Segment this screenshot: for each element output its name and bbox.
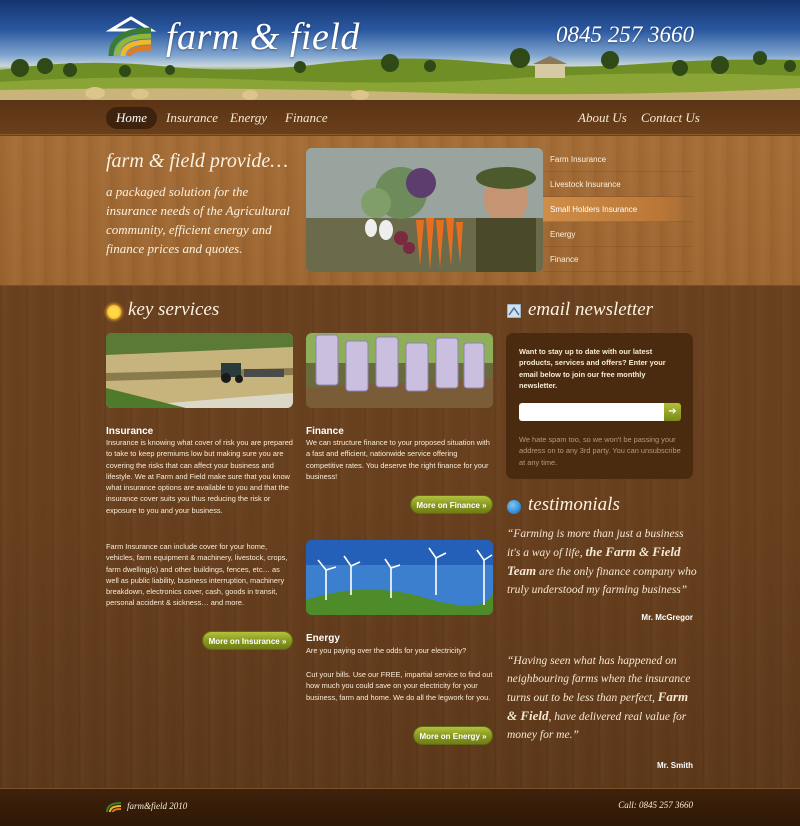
newsletter-submit-button[interactable]: ➔ [664,403,681,421]
nav-home[interactable]: Home [106,107,158,129]
insurance-text: Insurance is knowing what cover of risk … [106,438,293,515]
testimonials-title: testimonials [528,494,620,515]
footer-phone: Call: 0845 257 3660 [618,800,693,810]
hero-side-menu: Farm Insurance Livestock Insurance Small… [543,147,693,272]
energy-title: Energy [306,633,340,644]
testimonials-bubble-icon [507,500,521,514]
main-nav: Home Insurance Energy Finance About Us C… [0,100,800,135]
footer-brand: farm&field 2010 [127,800,188,811]
newsletter-title: email newsletter [528,299,654,320]
testimonial-author-2: Mr. Smith [656,761,693,770]
hero-menu-energy[interactable]: Energy [543,222,693,247]
testimonial-quote-1: “Farming is more than just a business it… [507,525,697,599]
more-on-insurance-button[interactable]: More on Insurance » [202,631,293,650]
finance-title: Finance [306,426,344,437]
logo-rainbow-icon [106,16,156,57]
header-phone: 0845 257 3660 [556,22,694,47]
hero-vegetables-photo [306,148,543,272]
insurance-cover-text: Farm Insurance can include cover for you… [106,542,288,608]
footer: farm&field 2010 Call: 0845 257 3660 [0,788,800,826]
nav-energy[interactable]: Energy [220,107,277,129]
newsletter-text: Want to stay up to date with our latest … [519,347,666,390]
nav-about-us[interactable]: About Us [568,107,637,129]
hero: farm & field provide… a packaged solutio… [0,136,800,286]
energy-question: Are you paying over the odds for your el… [306,646,467,655]
energy-text: Cut your bills. Use our FREE, impartial … [306,670,493,702]
brand-logo[interactable]: farm & field [106,15,360,59]
testimonial-author-1: Mr. McGregor [641,613,693,622]
finance-divider [306,524,493,525]
hero-menu-farm-insurance[interactable]: Farm Insurance [543,147,693,172]
header: farm & field 0845 257 3660 [0,0,800,100]
footer-logo-rainbow-icon [106,802,122,812]
newsletter-icon [507,304,521,318]
newsletter-spam-note: We hate spam too, so we won't be passing… [519,435,681,467]
hero-menu-small-holders-insurance[interactable]: Small Holders Insurance [543,197,693,222]
sun-icon [107,305,121,319]
hero-menu-livestock-insurance[interactable]: Livestock Insurance [543,172,693,197]
nav-contact-us[interactable]: Contact Us [631,107,710,129]
energy-wind-turbines-photo [306,540,493,615]
footer-logo[interactable]: farm&field 2010 [106,799,187,812]
more-on-energy-button[interactable]: More on Energy » [413,726,493,745]
newsletter-email-input[interactable] [519,403,664,421]
testimonial-quote-2: “Having seen what has happened on neighb… [507,652,697,744]
finance-banknotes-photo [306,333,493,408]
brand-name: farm & field [166,16,360,58]
hero-title: farm & field provide… [106,150,289,172]
testimonial-1-text-end: are the only finance company who truly u… [507,566,697,596]
key-services-title: key services [128,299,220,320]
newsletter-box: Want to stay up to date with our latest … [506,333,693,479]
insurance-tractor-photo [106,333,293,408]
nav-insurance[interactable]: Insurance [156,107,228,129]
more-on-finance-button[interactable]: More on Finance » [410,495,493,514]
nav-finance[interactable]: Finance [275,107,338,129]
hero-text: a packaged solution for the insurance ne… [106,184,290,256]
finance-text: We can structure finance to your propose… [306,438,490,481]
testimonials-divider [506,640,693,641]
insurance-title: Insurance [106,426,154,437]
hero-menu-finance[interactable]: Finance [543,247,693,272]
